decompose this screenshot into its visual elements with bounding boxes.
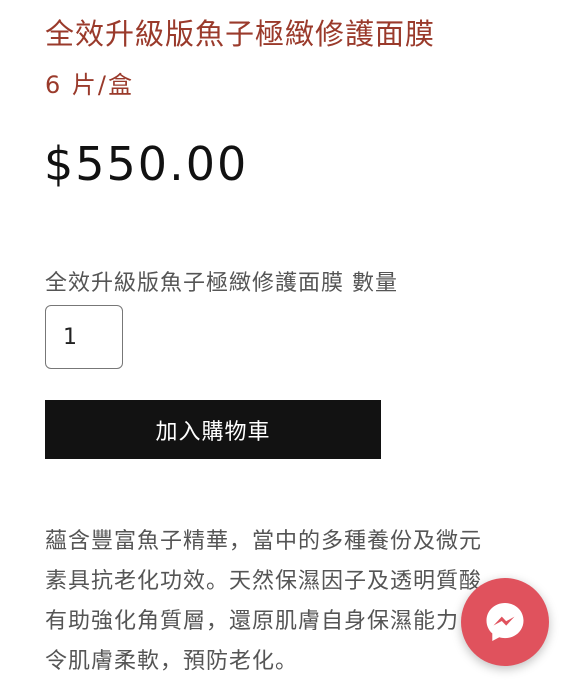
description-line: 素具抗老化功效。天然保濕因子及透明質酸 [45,569,483,594]
description-line: 令肌膚柔軟，預防老化。 [45,649,299,674]
quantity-label: 全效升級版魚子極緻修護面膜 數量 [45,271,398,296]
messenger-chat-button[interactable] [461,578,549,666]
product-price: $550.00 [44,137,249,191]
product-subtitle: 6 片/盒 [45,71,134,99]
messenger-icon [486,603,524,641]
product-title: 全效升級版魚子極緻修護面膜 [45,17,436,51]
add-to-cart-button[interactable]: 加入購物車 [45,400,381,459]
quantity-input[interactable] [45,305,123,369]
product-page: 全效升級版魚子極緻修護面膜 6 片/盒 $550.00 全效升級版魚子極緻修護面… [0,0,585,693]
description-line: 蘊含豐富魚子精華，當中的多種養份及微元 [45,529,483,554]
